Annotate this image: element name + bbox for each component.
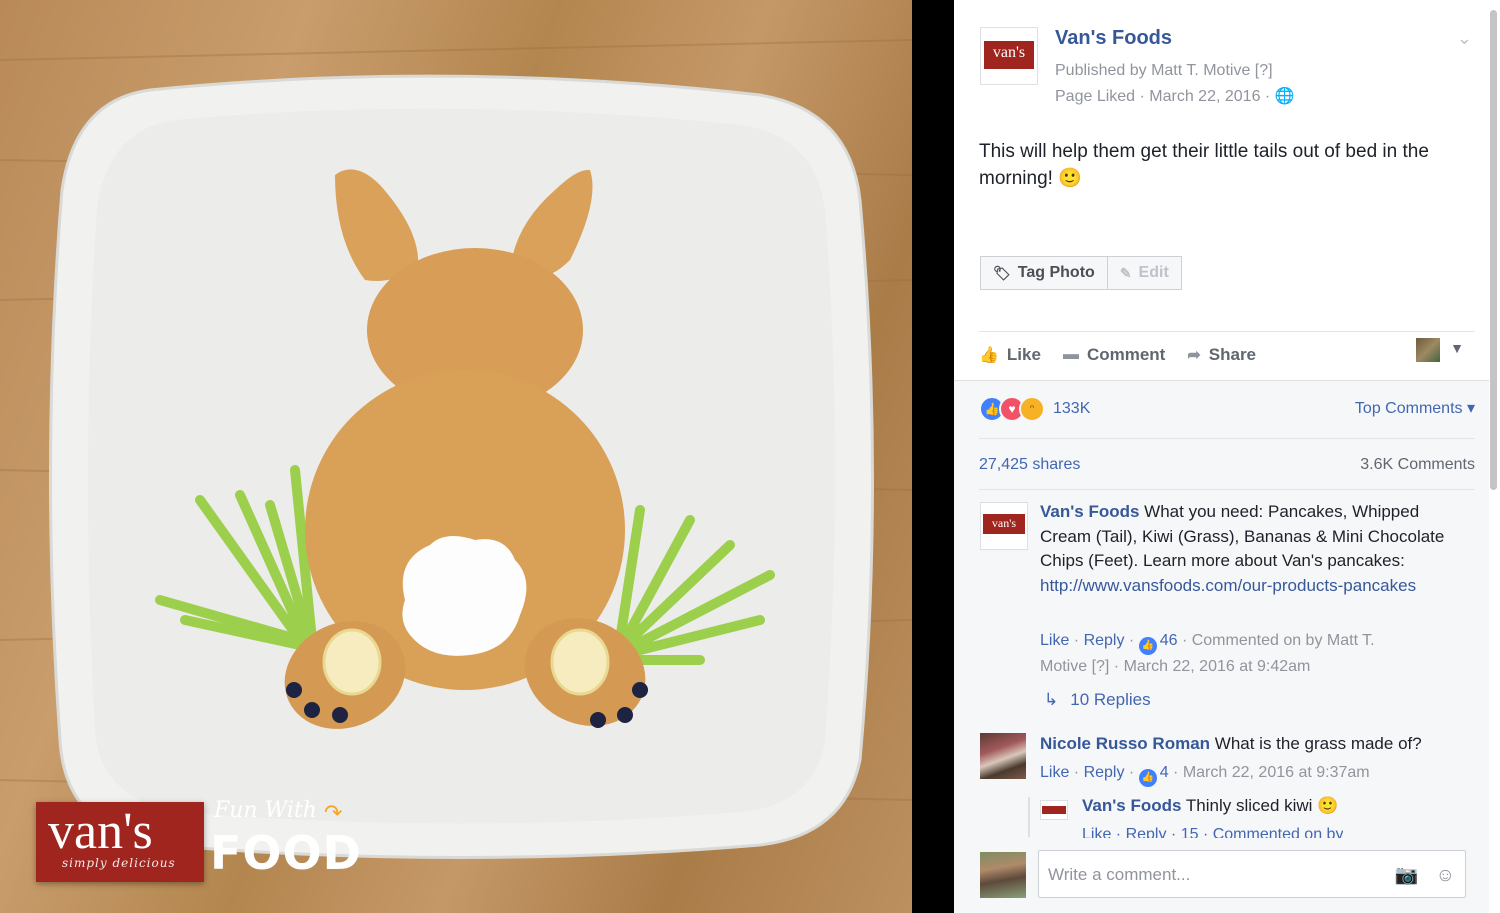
- comment-icon: ▬: [1062, 346, 1079, 363]
- camera-icon[interactable]: 📷: [1395, 865, 1419, 886]
- comment-input[interactable]: Write a comment... 📷 ☺: [1038, 850, 1466, 898]
- like-label: Like: [1006, 345, 1041, 364]
- pencil-icon: ✎: [1119, 264, 1132, 281]
- comment-author-link[interactable]: Nicole Russo Roman: [1040, 734, 1210, 753]
- post-text: This will help them get their little tai…: [979, 141, 1429, 189]
- page-avatar[interactable]: van's: [980, 27, 1038, 85]
- vans-logo-badge: van's simply delicious: [36, 802, 204, 882]
- like-count-icon: 👍: [1138, 637, 1157, 655]
- comments-count[interactable]: 3.6K Comments: [1360, 456, 1475, 474]
- composer-avatar: [980, 852, 1026, 898]
- share-icon: ➦: [1187, 347, 1201, 364]
- divider: [979, 489, 1475, 490]
- globe-icon: 🌐: [1274, 88, 1295, 105]
- published-by: Published by Matt T. Motive [?]: [1055, 62, 1273, 79]
- photo-buttons: 🏷 Tag Photo ✎ Edit: [980, 256, 1182, 290]
- comment-2: Nicole Russo Roman What is the grass mad…: [1040, 732, 1470, 757]
- edit-button[interactable]: ✎ Edit: [1107, 256, 1182, 290]
- share-button[interactable]: ➦ Share: [1187, 345, 1256, 365]
- comment-like-link[interactable]: Like: [1040, 764, 1069, 781]
- view-replies-link[interactable]: ↳ 10 Replies: [1044, 690, 1151, 710]
- reply-avatar-logo: [1042, 806, 1066, 814]
- reply-text: Thinly sliced kiwi 🙂: [1181, 796, 1339, 815]
- reply-avatar[interactable]: [1040, 800, 1068, 820]
- comment-url-link[interactable]: http://www.vansfoods.com/our-products-pa…: [1040, 576, 1416, 595]
- top-comments-dropdown[interactable]: Top Comments ▾: [1355, 398, 1475, 418]
- reply-meta-cut: Like · Reply · 15 · Commented on by: [1082, 826, 1344, 838]
- overlay-food: FOOD: [210, 826, 362, 880]
- post-date[interactable]: Page Liked · March 22, 2016 ·: [1055, 88, 1270, 105]
- reply-comment: Van's Foods Thinly sliced kiwi 🙂: [1082, 796, 1338, 816]
- page-name-link[interactable]: Van's Foods: [1055, 27, 1172, 50]
- post-photo[interactable]: van's simply delicious Fun With ↷ FOOD: [0, 0, 912, 913]
- comment-button[interactable]: ▬ Comment: [1063, 345, 1165, 365]
- brand-word: van's: [48, 803, 153, 860]
- thumbs-up-icon: 👍: [979, 347, 999, 364]
- comment-reply-link[interactable]: Reply: [1084, 764, 1125, 781]
- scrollbar[interactable]: [1490, 10, 1497, 490]
- tag-icon: 🏷: [993, 264, 1011, 281]
- comment-2-meta: Like · Reply · 👍 4 · March 22, 2016 at 9:…: [1040, 761, 1470, 787]
- comment-reply-link[interactable]: Reply: [1084, 632, 1125, 649]
- viewer-avatar[interactable]: [1416, 338, 1440, 362]
- comment-author-link[interactable]: Van's Foods: [1040, 502, 1139, 521]
- photo-illustration: [0, 39, 912, 859]
- composer-icons: 📷 ☺: [1383, 863, 1455, 887]
- post-panel: van's Van's Foods Published by Matt T. M…: [954, 0, 1500, 913]
- reply-thread-line: [1028, 797, 1030, 837]
- reply-arrow-icon: ↳: [1044, 690, 1059, 709]
- comment-meta-line-2: Motive [?] · March 22, 2016 at 9:42am: [1040, 658, 1311, 675]
- comment-avatar-logo-text: van's: [983, 514, 1025, 534]
- like-count-icon: 👍: [1138, 769, 1157, 787]
- reactions-count[interactable]: 133K: [1053, 400, 1090, 418]
- comment-text: What is the grass made of?: [1210, 734, 1422, 753]
- tag-photo-button[interactable]: 🏷 Tag Photo: [980, 256, 1108, 290]
- tag-photo-label: Tag Photo: [1017, 264, 1095, 281]
- share-label: Share: [1208, 345, 1257, 364]
- shares-count[interactable]: 27,425 shares: [979, 456, 1080, 474]
- reply-author-link[interactable]: Van's Foods: [1082, 796, 1181, 815]
- edit-label: Edit: [1138, 264, 1169, 281]
- comment-input-placeholder: Write a comment...: [1048, 865, 1191, 884]
- comment-like-link[interactable]: Like: [1040, 632, 1069, 649]
- comment-1-meta: Like · Reply · 👍 46 · Commented on by Mat…: [1040, 629, 1470, 679]
- curved-arrow-icon: ↷: [324, 800, 343, 825]
- comment-meta-text: · Commented on by Matt T.: [1177, 632, 1375, 649]
- comment-avatar[interactable]: [980, 733, 1026, 779]
- comment-label: Comment: [1086, 345, 1166, 364]
- comment-time: · March 22, 2016 at 9:37am: [1168, 764, 1370, 781]
- chevron-down-icon[interactable]: ⌄: [1457, 28, 1472, 49]
- reactions-summary[interactable]: 👍 ♥ ᵔ 133K: [979, 396, 1090, 422]
- comment-1: Van's Foods What you need: Pancakes, Whi…: [1040, 500, 1460, 598]
- post-meta: Page Liked · March 22, 2016 · 🌐: [1055, 86, 1295, 106]
- overlay-fun-with: Fun With: [214, 798, 317, 823]
- page-logo-text: van's: [984, 41, 1034, 69]
- comment-like-count[interactable]: 46: [1160, 632, 1178, 649]
- caret-down-icon[interactable]: ▼: [1450, 340, 1464, 356]
- comment-like-count[interactable]: 4: [1160, 764, 1169, 781]
- divider: [979, 331, 1475, 332]
- brand-tagline: simply delicious: [62, 856, 176, 870]
- comment-avatar[interactable]: van's: [980, 502, 1028, 550]
- comment-1-meta-line-1: Like · Reply · 👍 46 · Commented on by Mat…: [1040, 629, 1470, 655]
- replies-label: 10 Replies: [1070, 690, 1151, 709]
- like-button[interactable]: 👍 Like: [979, 345, 1041, 365]
- divider: [979, 438, 1475, 439]
- haha-reaction-icon: ᵔ: [1019, 396, 1045, 422]
- emoji-icon[interactable]: ☺: [1436, 865, 1455, 886]
- action-bar: 👍 Like ▬ Comment ➦ Share: [979, 340, 1278, 370]
